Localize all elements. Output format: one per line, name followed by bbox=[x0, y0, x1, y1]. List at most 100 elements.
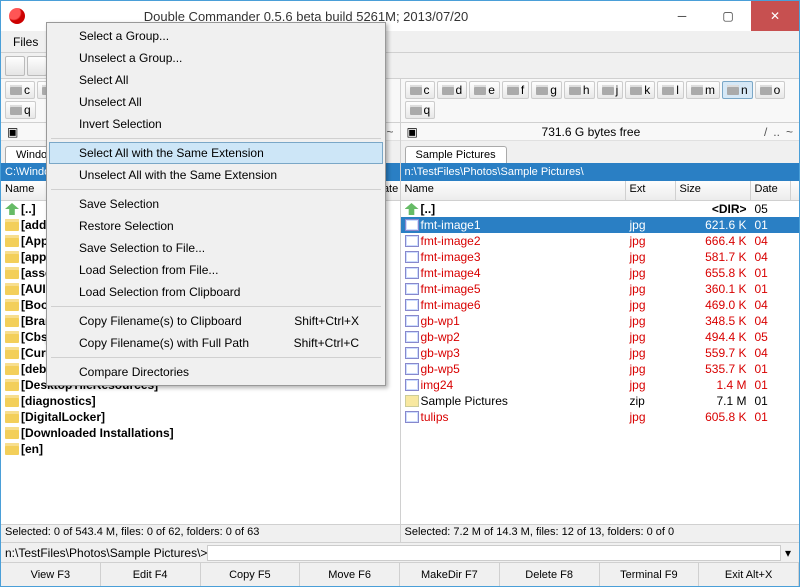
menu-item[interactable]: Select a Group... bbox=[49, 25, 383, 47]
menu-item[interactable]: Copy Filename(s) with Full PathShift+Ctr… bbox=[49, 332, 383, 354]
folder-icon bbox=[5, 395, 19, 407]
dropdown-icon[interactable]: ▾ bbox=[781, 546, 795, 560]
up-icon bbox=[405, 203, 419, 215]
maximize-button[interactable]: ▢ bbox=[705, 1, 751, 31]
file-row[interactable]: Sample Pictureszip7.1 M01 bbox=[401, 393, 800, 409]
file-row[interactable]: fmt-image1jpg621.6 K01 bbox=[401, 217, 800, 233]
menu-item[interactable]: Unselect a Group... bbox=[49, 47, 383, 69]
column-size[interactable]: Size bbox=[676, 181, 751, 200]
drive-icon bbox=[662, 85, 674, 95]
folder-icon bbox=[5, 411, 19, 423]
tool-button[interactable] bbox=[27, 56, 47, 76]
up-icon bbox=[5, 203, 19, 215]
drive-k[interactable]: k bbox=[625, 81, 655, 99]
column-ext[interactable]: Ext bbox=[626, 181, 676, 200]
menu-item[interactable]: Unselect All with the Same Extension bbox=[49, 164, 383, 186]
status-line: Selected: 0 of 543.4 M, files: 0 of 62, … bbox=[1, 524, 400, 542]
file-row[interactable]: gb-wp5jpg535.7 K01 bbox=[401, 361, 800, 377]
folder-icon bbox=[5, 283, 19, 295]
fn-terminal[interactable]: Terminal F9 bbox=[600, 563, 700, 586]
menu-item[interactable]: Save Selection bbox=[49, 193, 383, 215]
file-row[interactable]: [diagnostics]<DIR> bbox=[1, 393, 400, 409]
column-name[interactable]: Name bbox=[401, 181, 626, 200]
drive-q[interactable]: q bbox=[405, 101, 436, 119]
folder-icon bbox=[5, 363, 19, 375]
nav-button[interactable]: ~ bbox=[386, 125, 393, 139]
file-row[interactable]: fmt-image4jpg655.8 K01 bbox=[401, 265, 800, 281]
drive-l[interactable]: l bbox=[657, 81, 684, 99]
file-row[interactable]: [en]<DIR> bbox=[1, 441, 400, 457]
file-row[interactable]: [DigitalLocker]<DIR> bbox=[1, 409, 400, 425]
fn-move[interactable]: Move F6 bbox=[300, 563, 400, 586]
drive-bar: cdefghjklmno q bbox=[401, 79, 800, 123]
img-icon bbox=[405, 235, 419, 247]
img-icon bbox=[405, 219, 419, 231]
folder-icon bbox=[5, 251, 19, 263]
panel-tab[interactable]: Sample Pictures bbox=[405, 146, 507, 163]
fn-edit[interactable]: Edit F4 bbox=[101, 563, 201, 586]
file-row[interactable]: fmt-image2jpg666.4 K04 bbox=[401, 233, 800, 249]
drive-d[interactable]: d bbox=[437, 81, 468, 99]
file-row[interactable]: gb-wp2jpg494.4 K05 bbox=[401, 329, 800, 345]
menu-item[interactable]: Load Selection from Clipboard bbox=[49, 281, 383, 303]
file-row[interactable]: [Downloaded Installations]<DIR> bbox=[1, 425, 400, 441]
drive-icon bbox=[602, 85, 614, 95]
status-line: Selected: 7.2 M of 14.3 M, files: 12 of … bbox=[401, 524, 800, 542]
command-input[interactable] bbox=[207, 545, 781, 561]
drive-f[interactable]: f bbox=[502, 81, 529, 99]
fn-delete[interactable]: Delete F8 bbox=[500, 563, 600, 586]
file-row[interactable]: fmt-image5jpg360.1 K01 bbox=[401, 281, 800, 297]
drive-icon[interactable]: ▣ bbox=[7, 125, 18, 139]
drive-icon[interactable]: ▣ bbox=[407, 125, 418, 139]
drive-c[interactable]: c bbox=[5, 81, 35, 99]
column-date[interactable]: Date bbox=[751, 181, 791, 200]
file-row[interactable]: fmt-image3jpg581.7 K04 bbox=[401, 249, 800, 265]
drive-h[interactable]: h bbox=[564, 81, 595, 99]
drive-g[interactable]: g bbox=[531, 81, 562, 99]
drive-e[interactable]: e bbox=[469, 81, 500, 99]
drive-m[interactable]: m bbox=[686, 81, 720, 99]
column-header: NameExtSizeDate bbox=[401, 181, 800, 201]
drive-icon bbox=[691, 85, 703, 95]
menu-item[interactable]: Unselect All bbox=[49, 91, 383, 113]
menu-item[interactable]: Select All with the Same Extension bbox=[49, 142, 383, 164]
fn-makedir[interactable]: MakeDir F7 bbox=[400, 563, 500, 586]
drive-icon bbox=[569, 85, 581, 95]
drive-icon bbox=[410, 85, 422, 95]
file-list[interactable]: [..]<DIR>05fmt-image1jpg621.6 K01fmt-ima… bbox=[401, 201, 800, 524]
img-icon bbox=[405, 267, 419, 279]
nav-button[interactable]: .. bbox=[773, 125, 780, 139]
file-row[interactable]: gb-wp3jpg559.7 K04 bbox=[401, 345, 800, 361]
drive-c[interactable]: c bbox=[405, 81, 435, 99]
menu-item[interactable]: Save Selection to File... bbox=[49, 237, 383, 259]
file-row[interactable]: gb-wp1jpg348.5 K04 bbox=[401, 313, 800, 329]
drive-j[interactable]: j bbox=[597, 81, 624, 99]
menu-files[interactable]: Files bbox=[5, 31, 46, 52]
img-icon bbox=[405, 411, 419, 423]
folder-icon bbox=[5, 379, 19, 391]
file-row[interactable]: img24jpg1.4 M01 bbox=[401, 377, 800, 393]
menu-item[interactable]: Restore Selection bbox=[49, 215, 383, 237]
menu-item[interactable]: Select All bbox=[49, 69, 383, 91]
fn-view[interactable]: View F3 bbox=[1, 563, 101, 586]
minimize-button[interactable]: ─ bbox=[659, 1, 705, 31]
nav-button[interactable]: ~ bbox=[786, 125, 793, 139]
menu-item[interactable]: Load Selection from File... bbox=[49, 259, 383, 281]
file-row[interactable]: tulipsjpg605.8 K01 bbox=[401, 409, 800, 425]
drive-n[interactable]: n bbox=[722, 81, 753, 99]
fn-exit[interactable]: Exit Alt+X bbox=[699, 563, 799, 586]
drive-o[interactable]: o bbox=[755, 81, 786, 99]
menu-item[interactable]: Copy Filename(s) to ClipboardShift+Ctrl+… bbox=[49, 310, 383, 332]
path-bar[interactable]: n:\TestFiles\Photos\Sample Pictures\ bbox=[401, 163, 800, 181]
command-prompt: n:\TestFiles\Photos\Sample Pictures\> bbox=[5, 546, 207, 560]
close-button[interactable]: ✕ bbox=[751, 1, 799, 31]
drive-q[interactable]: q bbox=[5, 101, 36, 119]
menu-item[interactable]: Compare Directories bbox=[49, 361, 383, 383]
fn-copy[interactable]: Copy F5 bbox=[201, 563, 301, 586]
menu-item[interactable]: Invert Selection bbox=[49, 113, 383, 135]
file-row[interactable]: fmt-image6jpg469.0 K04 bbox=[401, 297, 800, 313]
file-row[interactable]: [..]<DIR>05 bbox=[401, 201, 800, 217]
tool-refresh-button[interactable] bbox=[5, 56, 25, 76]
nav-button[interactable]: / bbox=[764, 125, 767, 139]
folder-icon bbox=[5, 315, 19, 327]
